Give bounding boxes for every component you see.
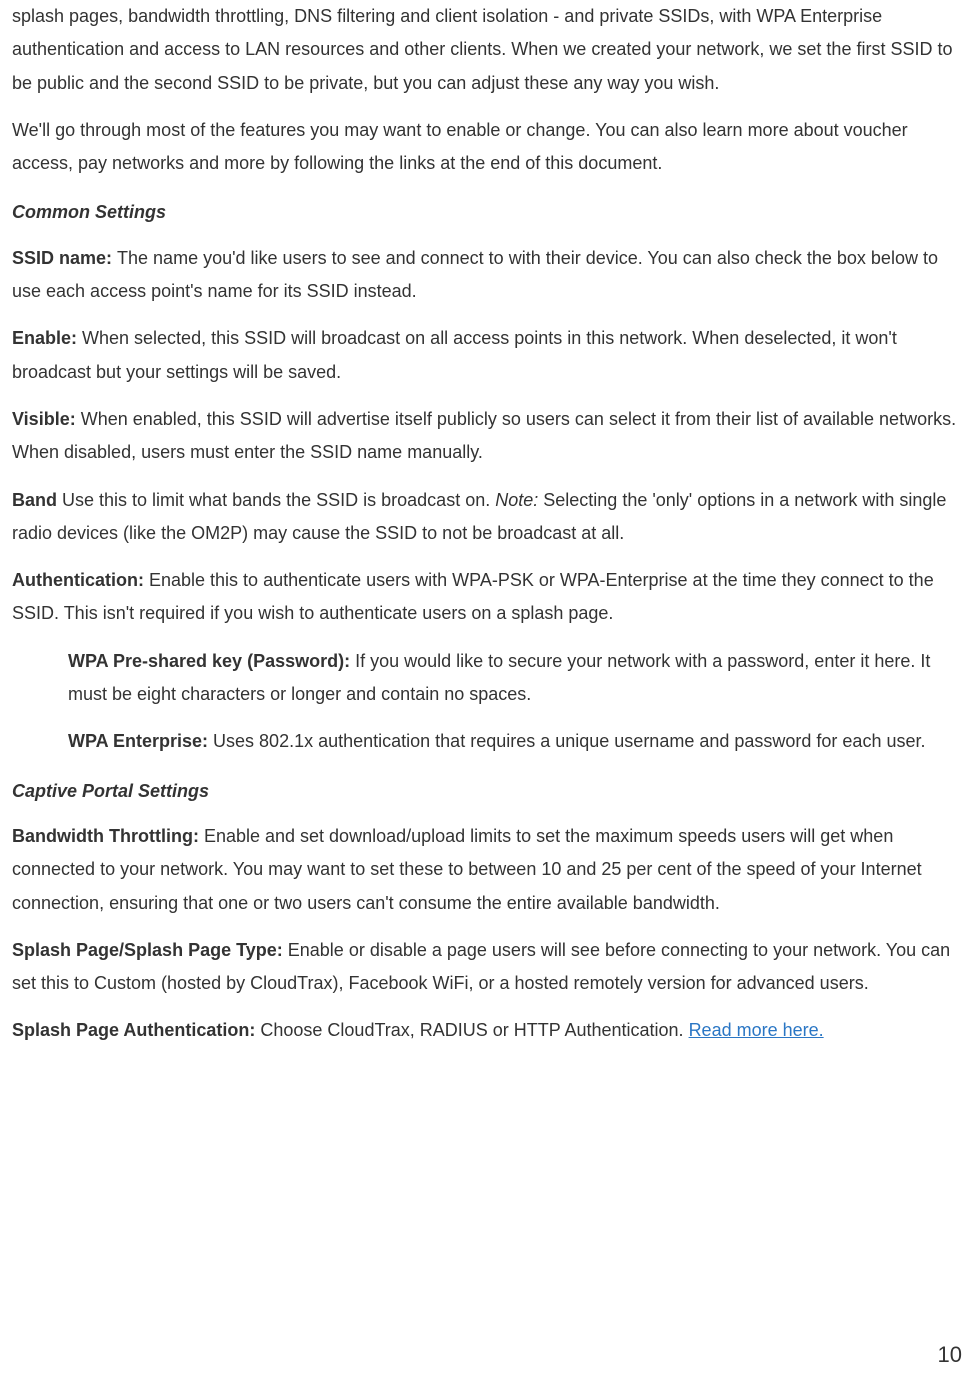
heading-captive-portal: Captive Portal Settings <box>12 775 962 808</box>
enable-label: Enable: <box>12 328 82 348</box>
enable-text: When selected, this SSID will broadcast … <box>12 328 897 381</box>
paragraph-enable: Enable: When selected, this SSID will br… <box>12 322 962 389</box>
band-text-1: Use this to limit what bands the SSID is… <box>62 490 495 510</box>
paragraph-wpa-enterprise: WPA Enterprise: Uses 802.1x authenticati… <box>68 725 962 758</box>
paragraph-intro-1: splash pages, bandwidth throttling, DNS … <box>12 0 962 100</box>
band-note-label: Note: <box>495 490 543 510</box>
paragraph-splash-auth: Splash Page Authentication: Choose Cloud… <box>12 1014 962 1047</box>
wpa-psk-label: WPA Pre-shared key (Password): <box>68 651 355 671</box>
splash-label: Splash Page/Splash Page Type: <box>12 940 288 960</box>
authentication-label: Authentication: <box>12 570 149 590</box>
ssid-name-label: SSID name: <box>12 248 117 268</box>
heading-common-settings: Common Settings <box>12 196 962 229</box>
paragraph-intro-2: We'll go through most of the features yo… <box>12 114 962 181</box>
wpa-enterprise-label: WPA Enterprise: <box>68 731 213 751</box>
band-label: Band <box>12 490 62 510</box>
page-number: 10 <box>938 1335 962 1376</box>
paragraph-wpa-psk: WPA Pre-shared key (Password): If you wo… <box>68 645 962 712</box>
ssid-name-text: The name you'd like users to see and con… <box>12 248 938 301</box>
splash-auth-label: Splash Page Authentication: <box>12 1020 260 1040</box>
paragraph-ssid: SSID name: The name you'd like users to … <box>12 242 962 309</box>
paragraph-authentication: Authentication: Enable this to authentic… <box>12 564 962 631</box>
paragraph-band: Band Use this to limit what bands the SS… <box>12 484 962 551</box>
visible-text: When enabled, this SSID will advertise i… <box>12 409 956 462</box>
authentication-text: Enable this to authenticate users with W… <box>12 570 934 623</box>
paragraph-bandwidth: Bandwidth Throttling: Enable and set dow… <box>12 820 962 920</box>
wpa-enterprise-text: Uses 802.1x authentication that requires… <box>213 731 925 751</box>
read-more-link[interactable]: Read more here. <box>689 1020 824 1040</box>
bandwidth-label: Bandwidth Throttling: <box>12 826 204 846</box>
paragraph-visible: Visible: When enabled, this SSID will ad… <box>12 403 962 470</box>
visible-label: Visible: <box>12 409 81 429</box>
paragraph-splash: Splash Page/Splash Page Type: Enable or … <box>12 934 962 1001</box>
splash-auth-text: Choose CloudTrax, RADIUS or HTTP Authent… <box>260 1020 688 1040</box>
